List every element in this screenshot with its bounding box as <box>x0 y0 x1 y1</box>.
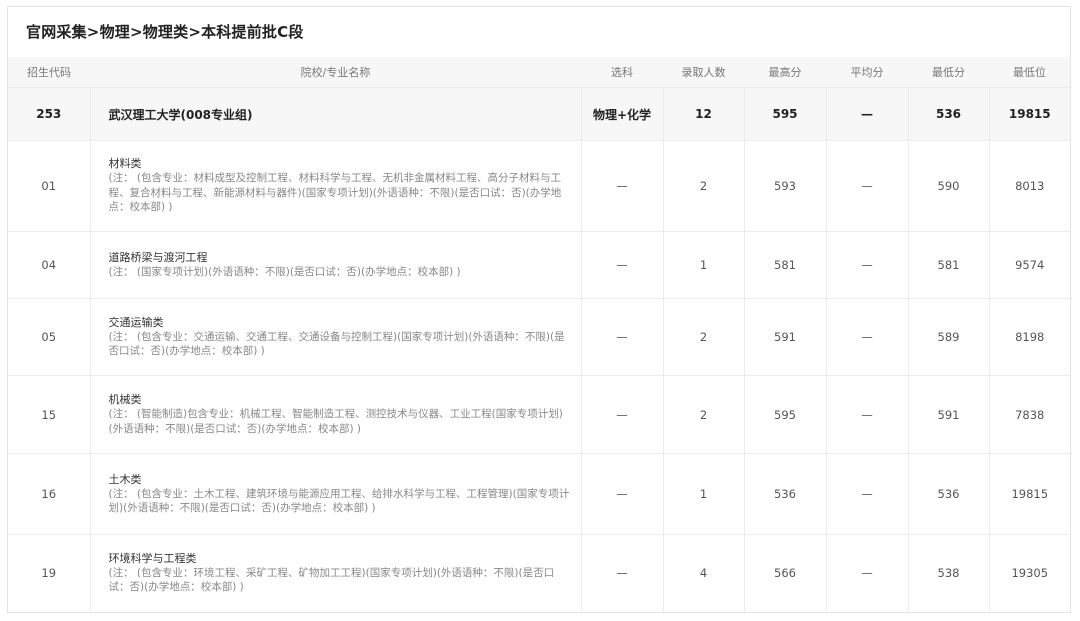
major-max: 566 <box>743 534 826 612</box>
major-avg: — <box>825 231 908 299</box>
major-cell: 材料类 (注： (包含专业：材料成型及控制工程、材料科学与工程、无机非金属材料工… <box>89 140 581 232</box>
major-avg: — <box>825 534 908 612</box>
major-cell: 道路桥梁与渡河工程 (注： (国家专项计划)(外语语种：不限)(是否口试：否)(… <box>89 231 581 299</box>
major-name: 交通运输类 <box>108 315 164 329</box>
group-avg: — <box>825 87 908 141</box>
page-title: 官网采集>物理>物理类>本科提前批C段 <box>26 23 304 41</box>
group-min: 536 <box>907 87 989 141</box>
major-max: 536 <box>743 453 826 535</box>
table-row: 01 材料类 (注： (包含专业：材料成型及控制工程、材料科学与工程、无机非金属… <box>8 140 1070 232</box>
table-header-row: 招生代码 院校/专业名称 选科 录取人数 最高分 平均分 最低分 最低位 <box>8 57 1070 88</box>
major-admitted: 2 <box>662 140 744 232</box>
major-rank: 9574 <box>988 231 1070 299</box>
major-min: 589 <box>907 298 989 376</box>
major-cell: 机械类 (注： (智能制造)包含专业：机械工程、智能制造工程、测控技术与仪器、工… <box>89 375 581 454</box>
major-subject: — <box>580 375 663 454</box>
group-admitted: 12 <box>662 87 744 141</box>
group-rank: 19815 <box>988 87 1070 141</box>
admission-panel: 官网采集>物理>物理类>本科提前批C段 招生代码 院校/专业名称 选科 录取人数… <box>7 6 1071 613</box>
major-note: (注： (包含专业：环境工程、采矿工程、矿物加工工程)(国家专项计划)(外语语种… <box>108 566 555 594</box>
table-row: 15 机械类 (注： (智能制造)包含专业：机械工程、智能制造工程、测控技术与仪… <box>8 375 1070 454</box>
major-name: 土木类 <box>108 472 142 486</box>
group-name: 武汉理工大学(008专业组) <box>89 87 581 141</box>
major-code: 15 <box>8 375 90 454</box>
table-row: 04 道路桥梁与渡河工程 (注： (国家专项计划)(外语语种：不限)(是否口试：… <box>8 231 1070 299</box>
major-name: 道路桥梁与渡河工程 <box>108 250 208 264</box>
major-code: 16 <box>8 453 90 535</box>
major-note: (注： (国家专项计划)(外语语种：不限)(是否口试：否)(办学地点：校本部) … <box>108 265 461 278</box>
major-max: 595 <box>743 375 826 454</box>
col-header-code: 招生代码 <box>8 57 90 88</box>
major-note: (注： (包含专业：土木工程、建筑环境与能源应用工程、给排水科学与工程、工程管理… <box>108 487 570 515</box>
major-rank: 8013 <box>988 140 1070 232</box>
major-cell: 土木类 (注： (包含专业：土木工程、建筑环境与能源应用工程、给排水科学与工程、… <box>89 453 581 535</box>
major-admitted: 2 <box>662 298 744 376</box>
major-max: 581 <box>743 231 826 299</box>
major-min: 581 <box>907 231 989 299</box>
major-min: 591 <box>907 375 989 454</box>
admission-table: 招生代码 院校/专业名称 选科 录取人数 最高分 平均分 最低分 最低位 253… <box>8 57 1070 612</box>
table-row: 19 环境科学与工程类 (注： (包含专业：环境工程、采矿工程、矿物加工工程)(… <box>8 534 1070 612</box>
major-subject: — <box>580 140 663 232</box>
group-subject: 物理+化学 <box>580 87 663 141</box>
major-admitted: 2 <box>662 375 744 454</box>
group-row: 253 武汉理工大学(008专业组) 物理+化学 12 595 — 536 19… <box>8 87 1070 141</box>
col-header-avg: 平均分 <box>826 57 908 88</box>
major-admitted: 4 <box>662 534 744 612</box>
major-subject: — <box>580 298 663 376</box>
major-cell: 交通运输类 (注： (包含专业：交通运输、交通工程、交通设备与控制工程)(国家专… <box>89 298 581 376</box>
table-row: 16 土木类 (注： (包含专业：土木工程、建筑环境与能源应用工程、给排水科学与… <box>8 453 1070 535</box>
major-name: 材料类 <box>108 157 142 171</box>
major-avg: — <box>825 298 908 376</box>
col-header-min: 最低分 <box>908 57 989 88</box>
col-header-name: 院校/专业名称 <box>90 57 581 88</box>
table-row: 05 交通运输类 (注： (包含专业：交通运输、交通工程、交通设备与控制工程)(… <box>8 298 1070 376</box>
major-code: 05 <box>8 298 90 376</box>
major-code: 01 <box>8 140 90 232</box>
group-max: 595 <box>743 87 826 141</box>
major-avg: — <box>825 140 908 232</box>
major-admitted: 1 <box>662 231 744 299</box>
major-note: (注： (智能制造)包含专业：机械工程、智能制造工程、测控技术与仪器、工业工程(… <box>108 408 563 435</box>
major-code: 19 <box>8 534 90 612</box>
major-subject: — <box>580 534 663 612</box>
major-rank: 19305 <box>988 534 1070 612</box>
major-name: 环境科学与工程类 <box>108 551 197 565</box>
col-header-rank: 最低位 <box>989 57 1070 88</box>
major-max: 593 <box>743 140 826 232</box>
major-rank: 8198 <box>988 298 1070 376</box>
major-max: 591 <box>743 298 826 376</box>
major-subject: — <box>580 231 663 299</box>
major-code: 04 <box>8 231 90 299</box>
major-min: 536 <box>907 453 989 535</box>
col-header-subject: 选科 <box>581 57 663 88</box>
major-name: 机械类 <box>108 393 142 406</box>
major-min: 538 <box>907 534 989 612</box>
major-rank: 7838 <box>988 375 1070 454</box>
major-rank: 19815 <box>988 453 1070 535</box>
major-cell: 环境科学与工程类 (注： (包含专业：环境工程、采矿工程、矿物加工工程)(国家专… <box>89 534 581 612</box>
major-note: (注： (包含专业：材料成型及控制工程、材料科学与工程、无机非金属材料工程、高分… <box>108 172 562 214</box>
major-admitted: 1 <box>662 453 744 535</box>
major-avg: — <box>825 375 908 454</box>
col-header-max: 最高分 <box>744 57 826 88</box>
group-code: 253 <box>8 87 90 141</box>
col-header-admitted: 录取人数 <box>663 57 744 88</box>
major-note: (注： (包含专业：交通运输、交通工程、交通设备与控制工程)(国家专项计划)(外… <box>108 330 565 358</box>
major-min: 590 <box>907 140 989 232</box>
major-subject: — <box>580 453 663 535</box>
major-avg: — <box>825 453 908 535</box>
